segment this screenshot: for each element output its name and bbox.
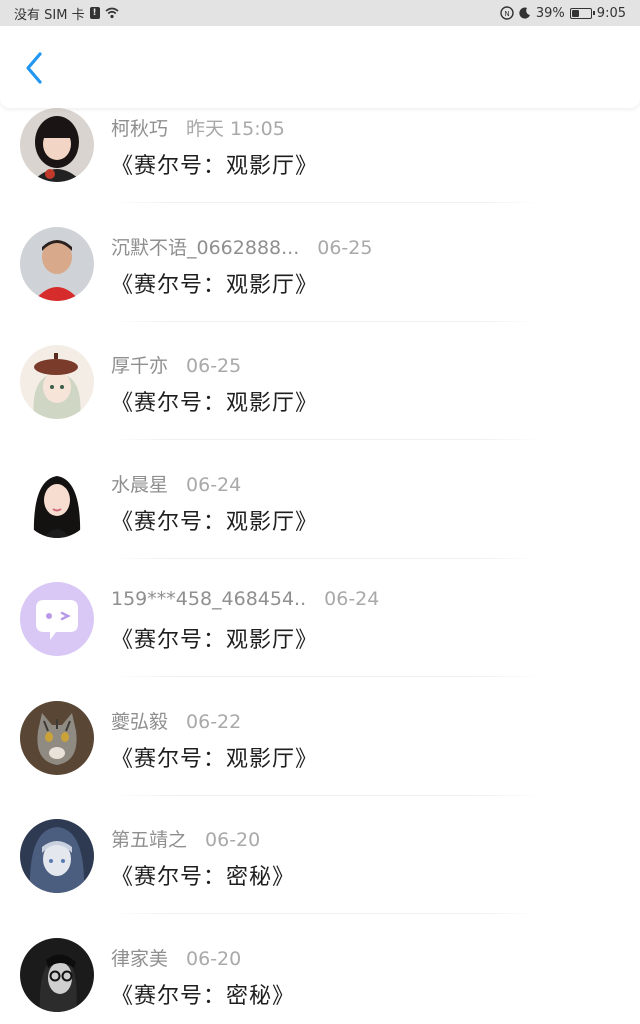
avatar[interactable] — [20, 226, 94, 301]
item-meta: 水晨星 06-24 — [111, 470, 241, 497]
item-content[interactable]: 《赛尔号：观影厅》 — [111, 622, 318, 654]
user-name[interactable]: 厚千亦 — [111, 355, 168, 377]
wifi-icon — [105, 7, 119, 19]
battery-icon — [569, 7, 595, 19]
svg-text:N: N — [504, 10, 509, 18]
list-item[interactable]: 夔弘毅 06-22 《赛尔号：观影厅》 — [0, 693, 640, 811]
list-item[interactable]: 159***458_468454.. 06-24 《赛尔号：观影厅》 — [0, 574, 640, 692]
item-meta: 夔弘毅 06-22 — [111, 707, 241, 734]
avatar[interactable] — [20, 108, 94, 182]
item-content[interactable]: 《赛尔号：观影厅》 — [111, 741, 318, 773]
item-time: 06-22 — [186, 710, 242, 733]
item-time: 06-24 — [324, 588, 380, 610]
nfc-icon: N — [500, 6, 514, 20]
list-item[interactable]: 沉默不语_0662888... 06-25 《赛尔号：观影厅》 — [0, 219, 640, 337]
item-meta: 第五靖之 06-20 — [111, 825, 260, 852]
item-content[interactable]: 《赛尔号：密秘》 — [111, 859, 295, 891]
carrier-text: 没有 SIM 卡 — [14, 7, 85, 23]
item-content[interactable]: 《赛尔号：观影厅》 — [111, 504, 318, 536]
avatar[interactable] — [20, 582, 94, 656]
avatar[interactable] — [20, 819, 94, 893]
divider — [110, 676, 540, 677]
divider — [110, 557, 540, 559]
item-content[interactable]: 《赛尔号：观影厅》 — [111, 267, 318, 299]
user-name[interactable]: 159***458_468454.. — [111, 588, 306, 610]
back-button[interactable] — [14, 48, 54, 88]
list-item[interactable]: 柯秋巧 昨天 15:05 《赛尔号：观影厅》 — [0, 100, 640, 218]
list-item[interactable]: 第五靖之 06-20 《赛尔号：密秘》 — [0, 811, 640, 929]
sim-alert-icon: ! — [89, 7, 100, 19]
divider — [110, 320, 540, 322]
avatar[interactable] — [20, 345, 94, 419]
item-time: 昨天 15:05 — [186, 118, 285, 140]
battery-percent: 39% — [535, 5, 565, 21]
item-content[interactable]: 《赛尔号：密秘》 — [111, 978, 295, 1010]
chevron-left-icon — [26, 52, 42, 84]
item-content[interactable]: 《赛尔号：观影厅》 — [111, 148, 318, 180]
status-right: N 39% 9:05 — [500, 6, 626, 21]
item-meta: 159***458_468454.. 06-24 — [111, 588, 379, 610]
avatar[interactable] — [20, 937, 94, 1012]
item-meta: 柯秋巧 昨天 15:05 — [111, 114, 285, 141]
item-meta: 律家美 06-20 — [111, 944, 241, 971]
user-name[interactable]: 水晨星 — [111, 474, 168, 496]
avatar[interactable] — [20, 700, 94, 775]
list-item[interactable]: 厚千亦 06-25 《赛尔号：观影厅》 — [0, 337, 640, 455]
item-meta: 沉默不语_0662888... 06-25 — [111, 233, 372, 260]
user-name[interactable]: 第五靖之 — [111, 829, 187, 851]
user-name[interactable]: 律家美 — [111, 948, 168, 970]
item-time: 06-25 — [186, 355, 242, 377]
divider — [110, 202, 540, 203]
list-item[interactable]: 律家美 06-20 《赛尔号：密秘》 — [0, 930, 640, 1024]
status-time: 9:05 — [596, 5, 626, 21]
user-name[interactable]: 沉默不语_0662888... — [111, 237, 299, 259]
item-time: 06-20 — [205, 829, 261, 851]
moon-icon — [519, 7, 530, 19]
item-content[interactable]: 《赛尔号：观影厅》 — [111, 385, 318, 417]
divider — [110, 913, 540, 914]
status-left: 没有 SIM 卡 ! — [14, 4, 119, 23]
avatar[interactable] — [20, 463, 94, 538]
item-time: 06-20 — [186, 947, 242, 970]
item-time: 06-24 — [186, 473, 242, 496]
status-bar: 没有 SIM 卡 ! N 39% 9:05 — [0, 0, 640, 26]
list-item[interactable]: 水晨星 06-24 《赛尔号：观影厅》 — [0, 456, 640, 574]
user-name[interactable]: 柯秋巧 — [111, 118, 168, 140]
divider — [110, 794, 540, 796]
divider — [110, 439, 540, 440]
item-time: 06-25 — [317, 236, 373, 259]
top-nav-bar — [0, 26, 640, 108]
user-name[interactable]: 夔弘毅 — [111, 711, 168, 733]
item-meta: 厚千亦 06-25 — [111, 351, 241, 378]
